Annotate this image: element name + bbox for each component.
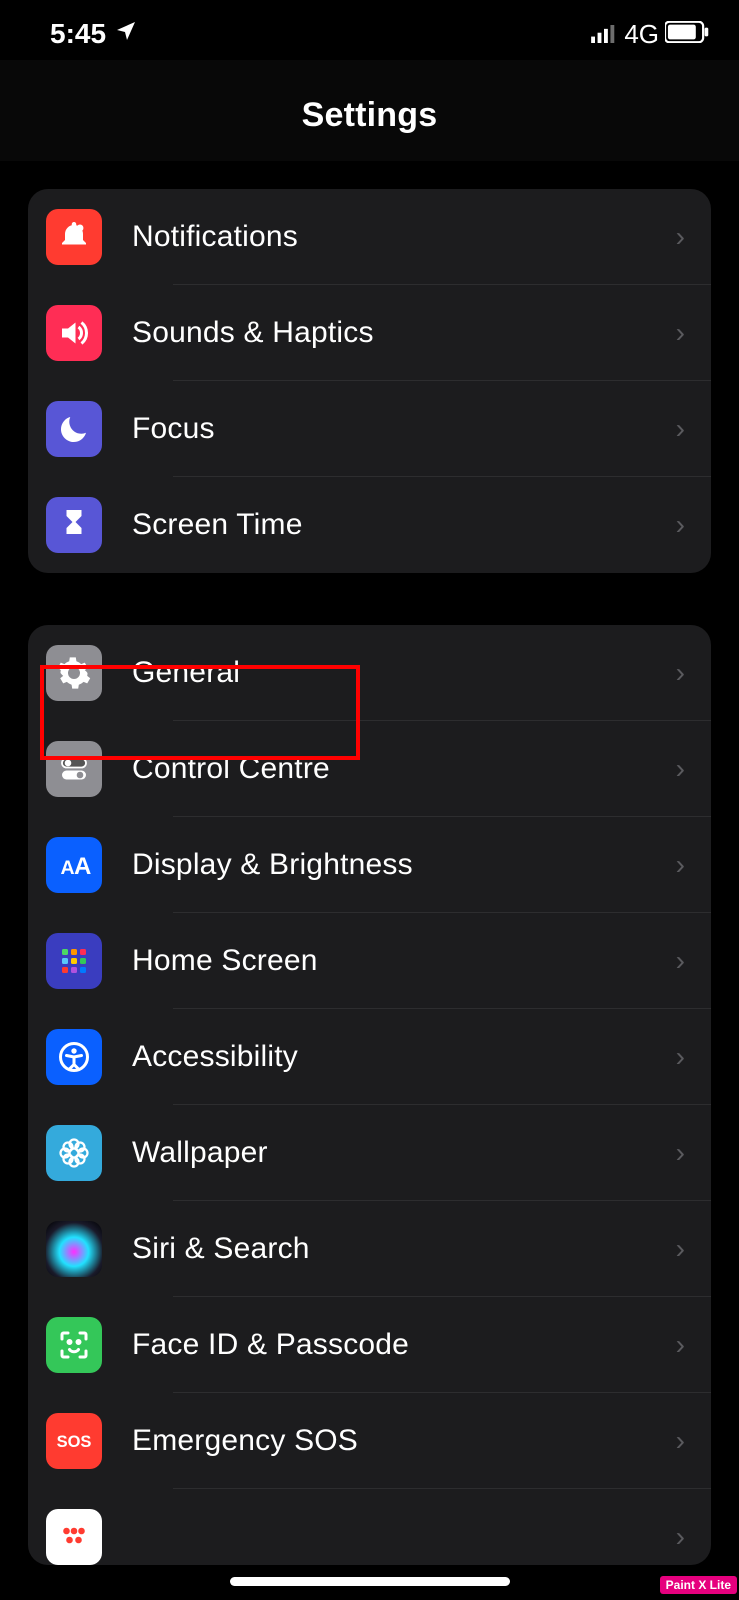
chevron-right-icon: › [676,221,691,253]
speaker-icon [46,305,102,361]
sos-icon: SOS [46,1413,102,1469]
row-homescreen[interactable]: Home Screen › [28,913,711,1009]
hourglass-icon [46,497,102,553]
status-bar: 5:45 4G [0,0,739,60]
row-label: Sounds & Haptics [102,316,676,350]
row-control-centre[interactable]: Control Centre › [28,721,711,817]
row-label: Focus [102,412,676,446]
chevron-right-icon: › [676,413,691,445]
row-notifications[interactable]: Notifications › [28,189,711,285]
row-screentime[interactable]: Screen Time › [28,477,711,573]
location-icon [114,18,138,50]
row-faceid[interactable]: Face ID & Passcode › [28,1297,711,1393]
settings-list[interactable]: Notifications › Sounds & Haptics › Focus… [0,189,739,1565]
row-label: Emergency SOS [102,1424,676,1458]
exposure-icon [46,1509,102,1565]
battery-icon [665,18,709,50]
svg-text:A: A [74,853,91,880]
row-label: Screen Time [102,508,676,542]
chevron-right-icon: › [676,509,691,541]
status-right: 4G [590,18,709,50]
chevron-right-icon: › [676,1137,691,1169]
svg-text:SOS: SOS [57,1433,92,1451]
chevron-right-icon: › [676,317,691,349]
row-general[interactable]: General › [28,625,711,721]
aa-icon: AA [46,837,102,893]
row-focus[interactable]: Focus › [28,381,711,477]
chevron-right-icon: › [676,849,691,881]
row-wallpaper[interactable]: Wallpaper › [28,1105,711,1201]
row-display[interactable]: AA Display & Brightness › [28,817,711,913]
status-left: 5:45 [50,18,138,50]
page-title: Settings [0,96,739,135]
row-label: General [102,656,676,690]
row-label: Home Screen [102,944,676,978]
chevron-right-icon: › [676,945,691,977]
svg-text:A: A [61,857,75,879]
person-circle-icon [46,1029,102,1085]
network-label: 4G [624,19,659,50]
status-time: 5:45 [50,18,106,50]
row-label: Siri & Search [102,1232,676,1266]
grid-icon [46,933,102,989]
chevron-right-icon: › [676,1233,691,1265]
row-label: Notifications [102,220,676,254]
row-accessibility[interactable]: Accessibility › [28,1009,711,1105]
siri-icon [46,1221,102,1277]
row-label: Accessibility [102,1040,676,1074]
row-sounds[interactable]: Sounds & Haptics › [28,285,711,381]
watermark: Paint X Lite [660,1576,737,1594]
chevron-right-icon: › [676,753,691,785]
face-icon [46,1317,102,1373]
bell-icon [46,209,102,265]
settings-group-1: Notifications › Sounds & Haptics › Focus… [28,189,711,573]
row-label: Control Centre [102,752,676,786]
settings-group-2: General › Control Centre › AA Display & … [28,625,711,1565]
chevron-right-icon: › [676,1425,691,1457]
chevron-right-icon: › [676,1329,691,1361]
chevron-right-icon: › [676,1521,691,1553]
toggles-icon [46,741,102,797]
settings-header: Settings [0,60,739,161]
gear-icon [46,645,102,701]
home-indicator[interactable] [230,1577,510,1586]
row-siri[interactable]: Siri & Search › [28,1201,711,1297]
chevron-right-icon: › [676,1041,691,1073]
flower-icon [46,1125,102,1181]
row-exposure[interactable]: › [28,1489,711,1565]
row-label: Face ID & Passcode [102,1328,676,1362]
signal-icon [590,18,618,50]
row-label: Display & Brightness [102,848,676,882]
row-label: Wallpaper [102,1136,676,1170]
moon-icon [46,401,102,457]
chevron-right-icon: › [676,657,691,689]
row-sos[interactable]: SOS Emergency SOS › [28,1393,711,1489]
